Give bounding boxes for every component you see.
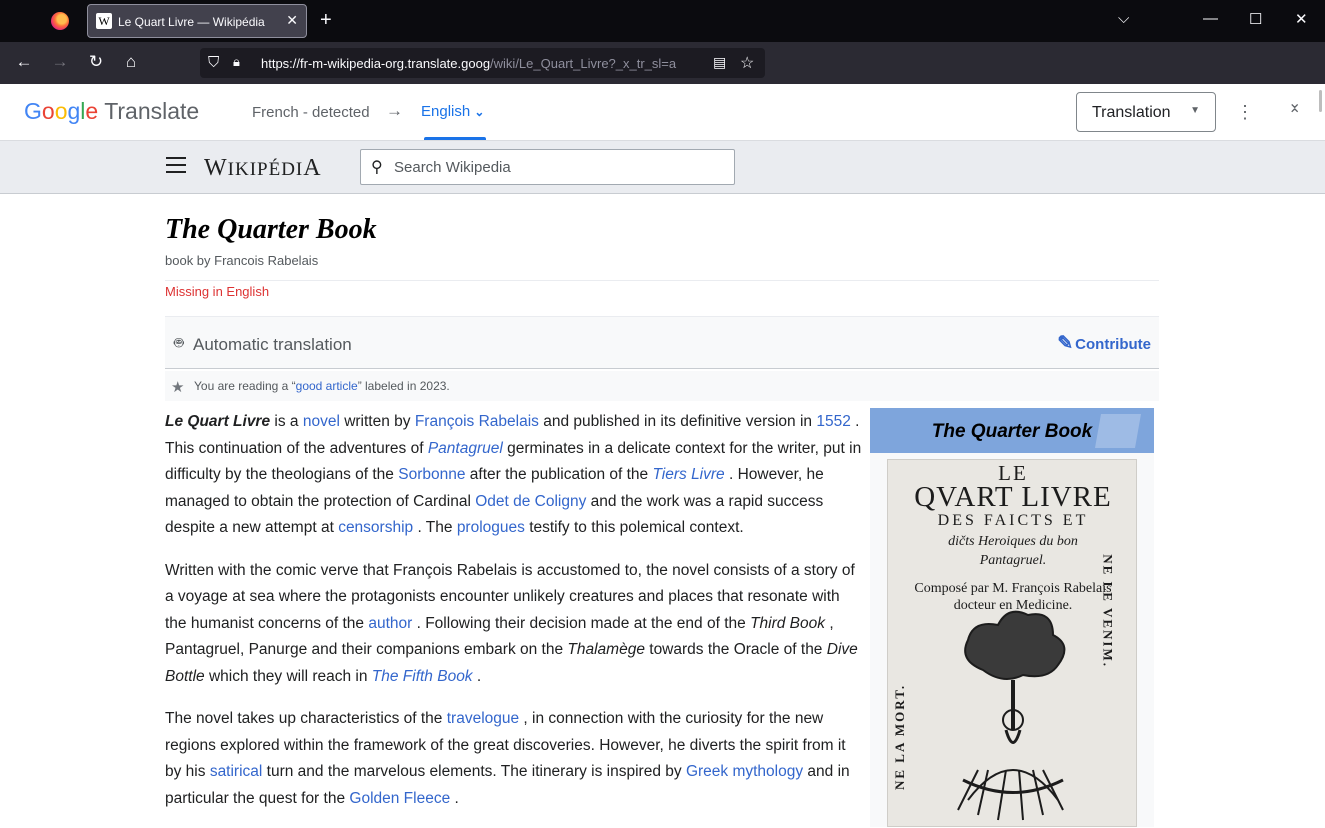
close-window-icon[interactable]: ✕ xyxy=(1295,10,1308,28)
cover-motto-right: NE LE VENIM. xyxy=(1101,554,1116,668)
browser-tab[interactable]: W Le Quart Livre — Wikipédia ✕ xyxy=(87,4,307,38)
chevron-down-icon: ⌄ xyxy=(474,105,485,119)
main-menu-icon[interactable] xyxy=(166,157,186,175)
missing-in-english-link[interactable]: Missing in English xyxy=(165,284,269,299)
infobox: The Quarter Book LE QVART LIVRE DES FAIC… xyxy=(870,408,1154,827)
infobox-header: The Quarter Book xyxy=(870,408,1154,453)
wikipedia-wordmark[interactable]: WIKIPÉDIA xyxy=(204,155,322,182)
tracking-protection-shield-icon[interactable]: ⛉ xyxy=(208,54,219,71)
page-title: The Quarter Book xyxy=(165,214,377,245)
robot-icon: 🤖︎ xyxy=(174,335,184,352)
good-article-notice: ★ You are reading a “good article” label… xyxy=(165,371,1159,401)
reader-view-icon[interactable]: ▤ xyxy=(713,54,726,71)
search-input[interactable] xyxy=(394,156,724,178)
link-pantagruel[interactable]: Pantagruel xyxy=(428,440,503,457)
paragraph-2: Written with the comic verve that Franço… xyxy=(165,561,858,685)
link-novel[interactable]: novel xyxy=(303,413,340,430)
pencil-icon: ✎ xyxy=(1057,333,1074,354)
link-satirical[interactable]: satirical xyxy=(210,763,263,780)
link-francois-rabelais[interactable]: François Rabelais xyxy=(415,413,539,430)
link-1552[interactable]: 1552 xyxy=(816,413,850,430)
wikipedia-header: WIKIPÉDIA ⚲ xyxy=(0,141,1325,194)
contribute-button[interactable]: ✎ Contribute xyxy=(1057,332,1151,355)
browser-tab-bar: W Le Quart Livre — Wikipédia ✕ + ⌵ — ☐ ✕ xyxy=(0,0,1325,42)
arrow-right-icon: → xyxy=(386,101,403,120)
close-tab-icon[interactable]: ✕ xyxy=(286,12,298,29)
good-article-link[interactable]: good article xyxy=(296,379,358,393)
wikipedia-search-box[interactable]: ⚲ xyxy=(360,149,735,185)
target-language-dropdown[interactable]: English ⌄ xyxy=(421,103,484,120)
address-bar[interactable]: ⛉ 🔒︎ https://fr-m-wikipedia-org.translat… xyxy=(200,48,765,78)
link-sorbonne[interactable]: Sorbonne xyxy=(398,466,465,483)
google-translate-bar: Google Translate French - detected → Eng… xyxy=(0,84,1325,141)
translation-mode-select[interactable]: Translation ▼ xyxy=(1076,92,1216,132)
paragraph-1: Le Quart Livre is a novel written by Fra… xyxy=(165,413,862,536)
active-tab-indicator xyxy=(424,137,486,140)
divider xyxy=(165,280,1159,281)
automatic-translation-label: Automatic translation xyxy=(193,335,352,354)
search-icon: ⚲ xyxy=(371,159,383,176)
more-options-icon[interactable]: ⋮ xyxy=(1236,102,1254,123)
automatic-translation-banner: 🤖︎ Automatic translation ✎ Contribute xyxy=(165,316,1159,369)
maximize-window-icon[interactable]: ☐ xyxy=(1249,10,1262,28)
source-language-tab[interactable]: French - detected xyxy=(252,104,370,121)
collapse-bar-icon[interactable]: ⌄ ⌃ xyxy=(1288,96,1301,124)
wikipedia-favicon-icon: W xyxy=(96,13,112,29)
link-author[interactable]: author xyxy=(368,615,412,632)
link-censorship[interactable]: censorship xyxy=(338,519,413,536)
book-cover-image[interactable]: LE QVART LIVRE DES FAICTS ET dičts Heroi… xyxy=(887,459,1137,827)
link-golden-fleece[interactable]: Golden Fleece xyxy=(349,790,450,807)
link-odet-de-coligny[interactable]: Odet de Coligny xyxy=(475,493,586,510)
home-icon[interactable]: ⌂ xyxy=(120,52,142,72)
list-all-tabs-icon[interactable]: ⌵ xyxy=(1118,10,1129,27)
forward-arrow-icon[interactable]: → xyxy=(49,52,71,72)
star-icon: ★ xyxy=(171,379,185,396)
scrollbar-thumb[interactable] xyxy=(1319,90,1322,112)
article-body: Le Quart Livre is a novel written by Fra… xyxy=(165,409,865,828)
reload-icon[interactable]: ↻ xyxy=(85,52,107,72)
link-greek-mythology[interactable]: Greek mythology xyxy=(686,763,803,780)
link-travelogue[interactable]: travelogue xyxy=(447,710,519,727)
link-the-fifth-book[interactable]: The Fifth Book xyxy=(372,668,473,685)
google-translate-logo[interactable]: Google Translate xyxy=(24,98,199,125)
tab-title: Le Quart Livre — Wikipédia xyxy=(118,15,265,29)
back-arrow-icon[interactable]: ← xyxy=(13,52,35,72)
bookmark-star-icon[interactable]: ☆ xyxy=(740,53,754,73)
link-tiers-livre[interactable]: Tiers Livre xyxy=(652,466,724,483)
firefox-icon[interactable] xyxy=(51,12,69,30)
paragraph-3: The novel takes up characteristics of th… xyxy=(165,710,850,807)
dropdown-caret-icon: ▼ xyxy=(1190,105,1200,116)
cover-motto-left: NE LA MORT. xyxy=(892,683,907,790)
link-prologues[interactable]: prologues xyxy=(457,519,525,536)
new-tab-button[interactable]: + xyxy=(320,9,332,31)
page-subtitle: book by Francois Rabelais xyxy=(165,253,319,268)
infobox-title: The Quarter Book xyxy=(931,421,1093,442)
url-text[interactable]: https://fr-m-wikipedia-org.translate.goo… xyxy=(261,56,706,71)
lock-icon[interactable]: 🔒︎ xyxy=(233,54,240,70)
minimize-window-icon[interactable]: — xyxy=(1203,10,1218,27)
